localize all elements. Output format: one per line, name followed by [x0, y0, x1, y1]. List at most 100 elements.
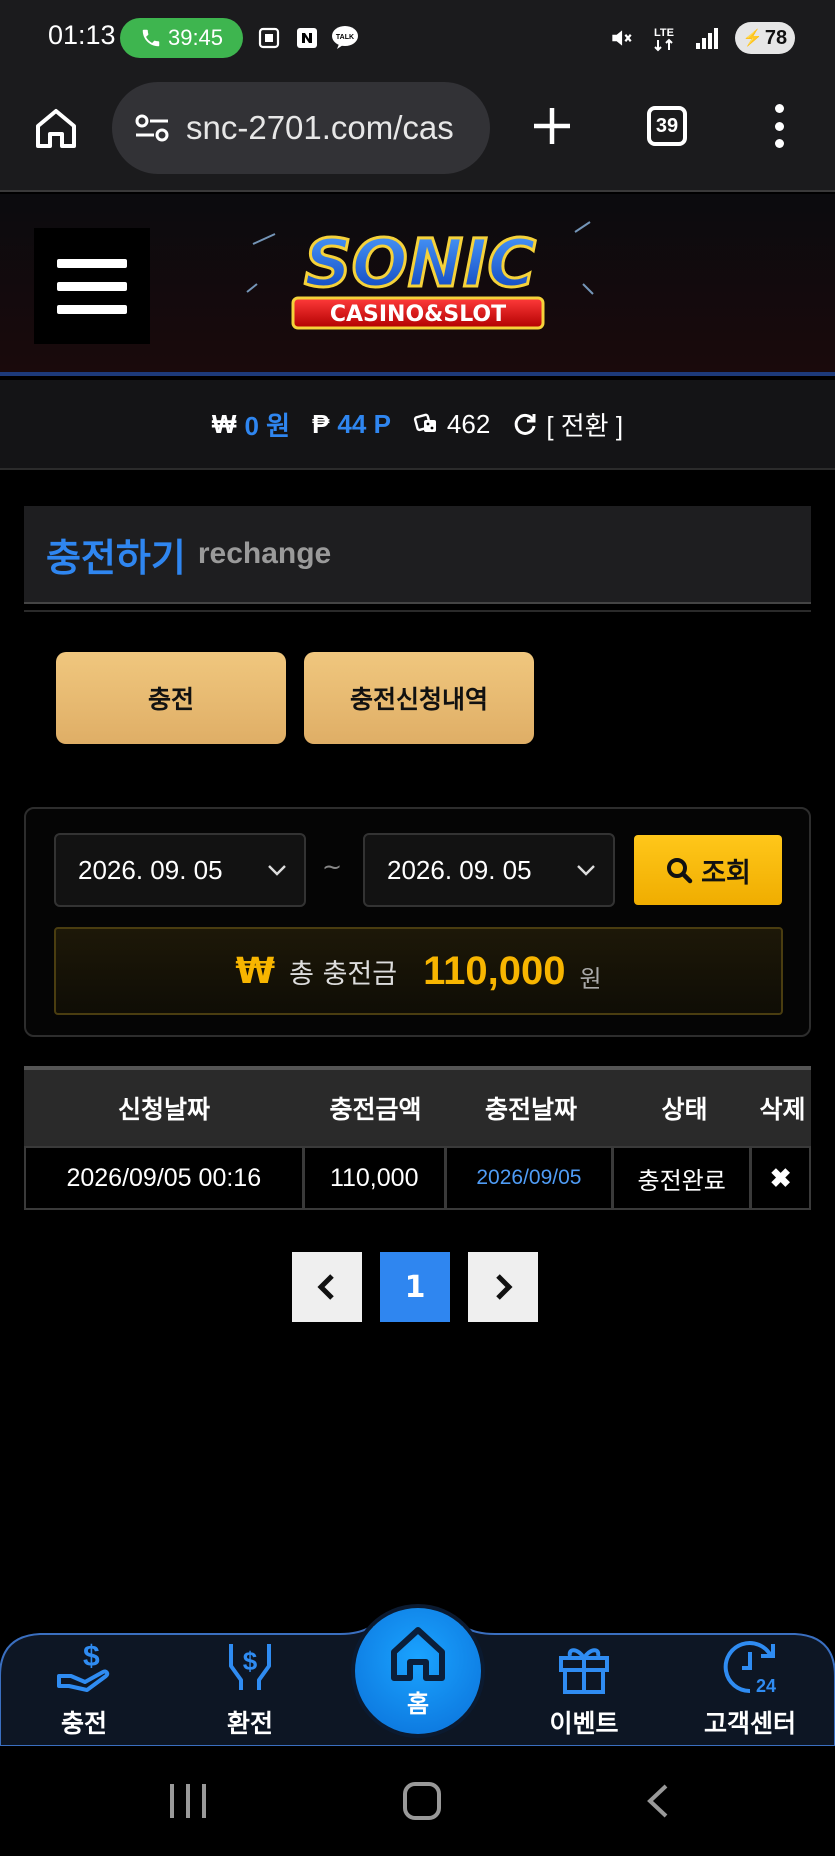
header-amount: 충전금액 [329, 1095, 422, 1124]
end-date-select[interactable]: 2026. 09. 05 [363, 833, 615, 907]
cell-request-date: 2026/09/05 00:16 [26, 1148, 305, 1208]
money-balance: ₩ 0 원 [212, 406, 290, 443]
cell-amount: 110,000 [305, 1148, 447, 1208]
status-bar: 01:13 39:45 TALK LTE ⚡ 78 [0, 0, 835, 78]
system-navigation-bar [0, 1746, 835, 1856]
nav-withdraw-label: 환전 [226, 1709, 273, 1738]
sonic-logo[interactable]: SONIC CASINO&SLOT [245, 214, 595, 338]
nav-customer-center[interactable]: 24 고객센터 [690, 1632, 810, 1740]
chevron-right-icon [496, 1274, 513, 1300]
switch-label: [ 전환 ] [546, 410, 624, 441]
header-status: 상태 [661, 1095, 708, 1124]
bottom-navigation: $ 충전 $ 환전 홈 이벤트 24 고객센터 [0, 1608, 835, 1746]
site-settings-icon[interactable] [134, 113, 170, 143]
page-title: 충전하기 rechange [24, 506, 811, 604]
won-icon: ₩ [211, 408, 237, 439]
pagination: 1 [292, 1252, 538, 1322]
point-icon: ₱ [312, 408, 330, 439]
logo-subtitle: CASINO&SLOT [330, 302, 506, 327]
search-label: 조회 [701, 857, 751, 889]
won-icon: ₩ [235, 950, 276, 992]
switch-button[interactable]: [ 전환 ] [512, 406, 623, 443]
nav-withdraw[interactable]: $ 환전 [190, 1632, 310, 1740]
status-time: 01:13 [48, 20, 116, 50]
search-button[interactable]: 조회 [634, 835, 782, 905]
header-request-date: 신청날짜 [117, 1095, 210, 1124]
total-recharge-box: ₩ 총 충전금 110,000 원 [54, 927, 783, 1015]
recent-apps-icon[interactable] [170, 1784, 206, 1818]
nav-event[interactable]: 이벤트 [524, 1632, 644, 1740]
address-bar[interactable]: snc-2701.com/cas [112, 82, 490, 174]
end-date-value: 2026. 09. 05 [387, 854, 532, 885]
menu-icon[interactable] [34, 228, 150, 344]
total-unit: 원 [579, 964, 602, 993]
svg-text:24: 24 [756, 1676, 776, 1696]
nav-customer-center-label: 고객센터 [703, 1709, 796, 1738]
start-date-select[interactable]: 2026. 09. 05 [54, 833, 306, 907]
cell-status: 충전완료 [614, 1148, 753, 1208]
kakaotalk-icon: TALK [331, 24, 359, 52]
svg-text:TALK: TALK [336, 34, 354, 41]
naver-icon [293, 24, 321, 52]
battery-level: 78 [764, 26, 788, 49]
page-title-en: rechange [197, 537, 332, 570]
balance-bar: ₩ 0 원 ₱ 44 P 462 [ 전환 ] [0, 380, 835, 470]
chip-balance: 462 [413, 409, 490, 440]
money-value: 0 원 [244, 410, 291, 441]
site-header: SONIC CASINO&SLOT [0, 194, 835, 376]
browser-home-icon[interactable] [32, 104, 80, 152]
total-amount: 110,000 [423, 948, 566, 993]
phone-icon [142, 29, 160, 47]
signal-icon [693, 24, 721, 52]
lte-icon: LTE [649, 24, 679, 52]
battery-icon: ⚡ 78 [735, 22, 795, 54]
divider [24, 610, 811, 612]
chevron-down-icon [268, 865, 286, 876]
point-value: 44 P [337, 408, 391, 439]
table-row: 2026/09/05 00:16 110,000 2026/09/05 충전완료… [24, 1146, 811, 1210]
header-charge-date: 충전날짜 [484, 1095, 577, 1124]
svg-text:$: $ [243, 1646, 258, 1676]
tab-recharge[interactable]: 충전 [56, 652, 286, 744]
logo-title: SONIC [304, 225, 536, 302]
delete-icon[interactable]: ✖ [752, 1148, 809, 1208]
nav-event-label: 이벤트 [549, 1709, 619, 1738]
date-filter-panel: 2026. 09. 05 ~ 2026. 09. 05 조회 ₩ 총 충전금 1… [24, 807, 811, 1037]
nav-recharge[interactable]: $ 충전 [24, 1632, 144, 1740]
browser-menu-icon[interactable] [772, 104, 786, 148]
svg-text:$: $ [83, 1640, 100, 1673]
search-icon [667, 858, 693, 884]
browser-toolbar: snc-2701.com/cas 39 [0, 78, 835, 192]
date-separator: ~ [322, 853, 343, 881]
header-delete: 삭제 [759, 1095, 806, 1124]
new-tab-icon[interactable] [530, 104, 574, 148]
chevron-down-icon [577, 865, 595, 876]
nav-home-label: 홈 [406, 1689, 430, 1718]
mute-icon [607, 24, 635, 52]
recharge-history-table: 신청날짜 충전금액 충전날짜 상태 삭제 2026/09/05 00:16 11… [24, 1066, 811, 1210]
page-title-ko: 충전하기 [46, 535, 186, 580]
clock-24-icon: 24 [723, 1641, 776, 1696]
table-header: 신청날짜 충전금액 충전날짜 상태 삭제 [24, 1066, 811, 1146]
tab-switcher-button[interactable]: 39 [647, 106, 687, 146]
back-icon[interactable] [640, 1782, 678, 1820]
chip-value: 462 [446, 408, 491, 439]
start-date-value: 2026. 09. 05 [78, 854, 223, 885]
dice-icon [413, 413, 436, 432]
next-page-button[interactable] [468, 1252, 538, 1322]
screenshot-icon [255, 24, 283, 52]
page-1-button[interactable]: 1 [380, 1252, 450, 1322]
home-icon [391, 1626, 445, 1681]
system-home-icon[interactable] [403, 1782, 441, 1820]
point-balance: ₱ 44 P [312, 409, 391, 440]
total-label: 총 충전금 [289, 958, 398, 990]
tab-recharge-history[interactable]: 충전신청내역 [304, 652, 534, 744]
hands-money-icon: $ [229, 1644, 271, 1690]
nav-home[interactable]: 홈 [355, 1608, 481, 1734]
prev-page-button[interactable] [292, 1252, 362, 1322]
cell-charge-date: 2026/09/05 [447, 1148, 614, 1208]
svg-text:LTE: LTE [654, 27, 674, 39]
hand-coin-icon: $ [57, 1640, 110, 1692]
gift-icon [559, 1648, 609, 1694]
ongoing-call-chip[interactable]: 39:45 [120, 18, 243, 58]
